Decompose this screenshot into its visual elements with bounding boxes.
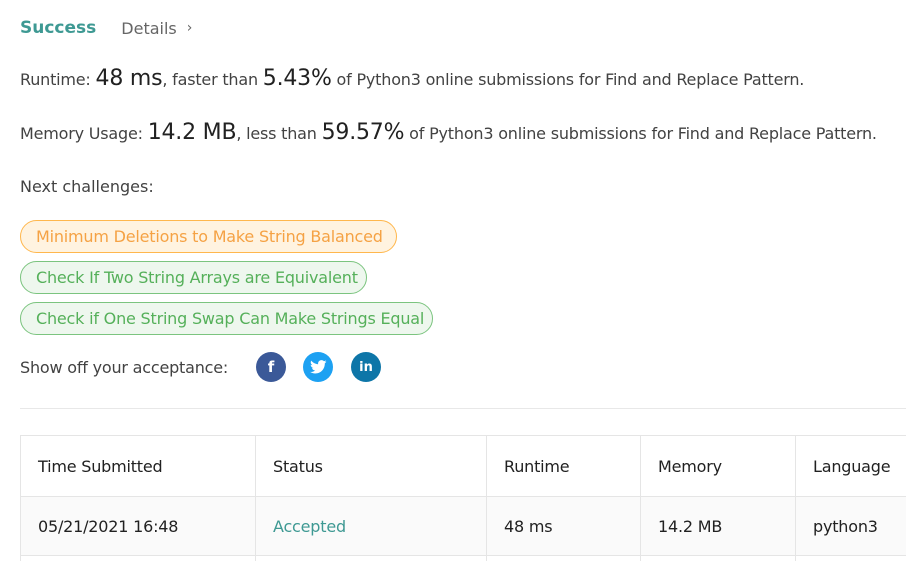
cell-language: python3 [795,496,906,556]
runtime-value: 48 ms [95,66,163,91]
tab-success[interactable]: Success [20,18,96,38]
cell-memory: 14.2 MB [640,496,796,556]
runtime-stat: Runtime: 48 ms, faster than 5.43% of Pyt… [20,66,804,91]
memory-percent: 59.57% [321,120,405,145]
challenge-pill-easy[interactable]: Check If Two String Arrays are Equivalen… [20,261,367,294]
header-time-submitted[interactable]: Time Submitted [20,435,256,497]
memory-label: Memory Usage: [20,124,148,143]
facebook-icon[interactable]: f [256,352,286,382]
section-divider [20,408,906,409]
share-label: Show off your acceptance: [20,357,229,377]
challenge-pill-easy[interactable]: Check if One String Swap Can Make String… [20,302,433,335]
table-row-partial [20,555,906,561]
memory-suffix: of Python3 online submissions for Find a… [404,124,877,143]
runtime-label: Runtime: [20,70,96,89]
twitter-icon[interactable] [303,352,333,382]
table-header-row: Time Submitted Status Runtime Memory Lan… [20,435,906,497]
header-status[interactable]: Status [255,435,487,497]
cell-time-submitted: 05/21/2021 16:48 [20,496,256,556]
cell-empty [20,555,256,561]
status-accepted-link[interactable]: Accepted [273,517,346,536]
chevron-right-icon: › [186,20,193,36]
tab-details-label: Details [121,18,177,38]
cell-empty [795,555,906,561]
memory-value: 14.2 MB [147,120,237,145]
cell-status: Accepted [255,496,487,556]
runtime-suffix: of Python3 online submissions for Find a… [331,70,805,89]
cell-empty [486,555,641,561]
header-language[interactable]: Language [795,435,906,497]
submission-result-page: Success Details › Runtime: 48 ms, faster… [0,0,906,561]
submissions-table: Time Submitted Status Runtime Memory Lan… [20,435,906,561]
memory-stat: Memory Usage: 14.2 MB, less than 59.57% … [20,120,877,145]
memory-middle: , less than [236,124,322,143]
runtime-percent: 5.43% [262,66,332,91]
twitter-bird-glyph [309,360,327,374]
share-row: Show off your acceptance: [20,352,228,382]
header-memory[interactable]: Memory [640,435,796,497]
runtime-middle: , faster than [162,70,263,89]
header-runtime[interactable]: Runtime [486,435,641,497]
table-row: 05/21/2021 16:48 Accepted 48 ms 14.2 MB … [20,496,906,556]
cell-empty [255,555,487,561]
cell-empty [640,555,796,561]
next-challenges-title: Next challenges: [20,177,154,196]
linkedin-icon[interactable]: in [351,352,381,382]
result-tabs: Success Details › [20,16,192,40]
cell-runtime: 48 ms [486,496,641,556]
challenge-pill-medium[interactable]: Minimum Deletions to Make String Balance… [20,220,397,253]
tab-details[interactable]: Details › [121,19,192,38]
